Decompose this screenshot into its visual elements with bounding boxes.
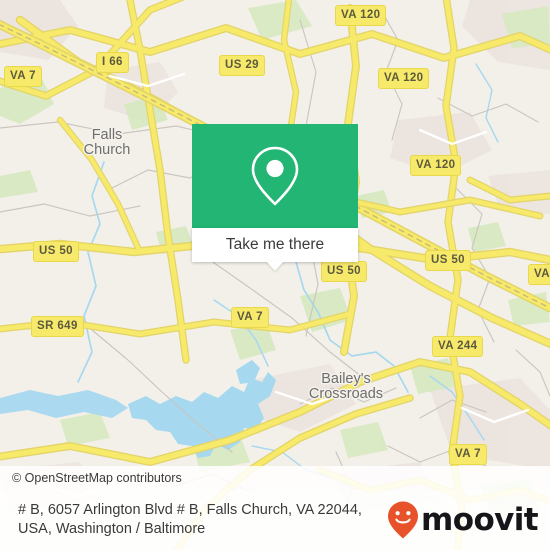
- callout-pointer: [266, 261, 284, 271]
- road-shield-va-7[interactable]: VA 7: [4, 66, 42, 87]
- road-shield-us-50-west[interactable]: US 50: [33, 241, 79, 262]
- road-shield-va-120-south[interactable]: VA 120: [410, 155, 462, 176]
- footer-bar: # B, 6057 Arlington Blvd # B, Falls Chur…: [0, 490, 550, 550]
- moovit-smiley-pin-icon: [388, 501, 419, 539]
- map-screenshot: Falls Church Bailey's Crossroads VA 7 I …: [0, 0, 550, 550]
- road-shield-va-7-mid[interactable]: VA 7: [231, 307, 269, 328]
- road-shield-sr-649[interactable]: SR 649: [31, 316, 84, 337]
- location-callout[interactable]: Take me there: [192, 124, 358, 271]
- road-shield-va-edge[interactable]: VA: [528, 264, 550, 285]
- location-pin-icon: [251, 146, 299, 206]
- road-shield-va-244[interactable]: VA 244: [432, 336, 484, 357]
- osm-attribution[interactable]: © OpenStreetMap contributors: [0, 466, 550, 490]
- take-me-there-label: Take me there: [225, 236, 325, 253]
- place-label-falls-church: Falls Church: [83, 127, 131, 158]
- road-shield-us-29[interactable]: US 29: [219, 55, 265, 76]
- address-text: # B, 6057 Arlington Blvd # B, Falls Chur…: [18, 502, 362, 537]
- road-shield-va-7-south[interactable]: VA 7: [449, 444, 487, 465]
- road-shield-va-120-north[interactable]: VA 120: [335, 5, 387, 26]
- road-shield-va-120-mid[interactable]: VA 120: [378, 68, 430, 89]
- take-me-there-button[interactable]: Take me there: [192, 228, 358, 271]
- road-shield-us-50-mid[interactable]: US 50: [321, 261, 367, 282]
- place-label-baileys-crossroads: Bailey's Crossroads: [308, 371, 384, 402]
- road-shield-i-66[interactable]: I 66: [96, 52, 129, 73]
- callout-pin-area: [192, 124, 358, 228]
- road-shield-us-50-east[interactable]: US 50: [425, 250, 471, 271]
- moovit-brand[interactable]: moovit: [386, 500, 550, 540]
- moovit-wordmark: moovit: [421, 501, 539, 538]
